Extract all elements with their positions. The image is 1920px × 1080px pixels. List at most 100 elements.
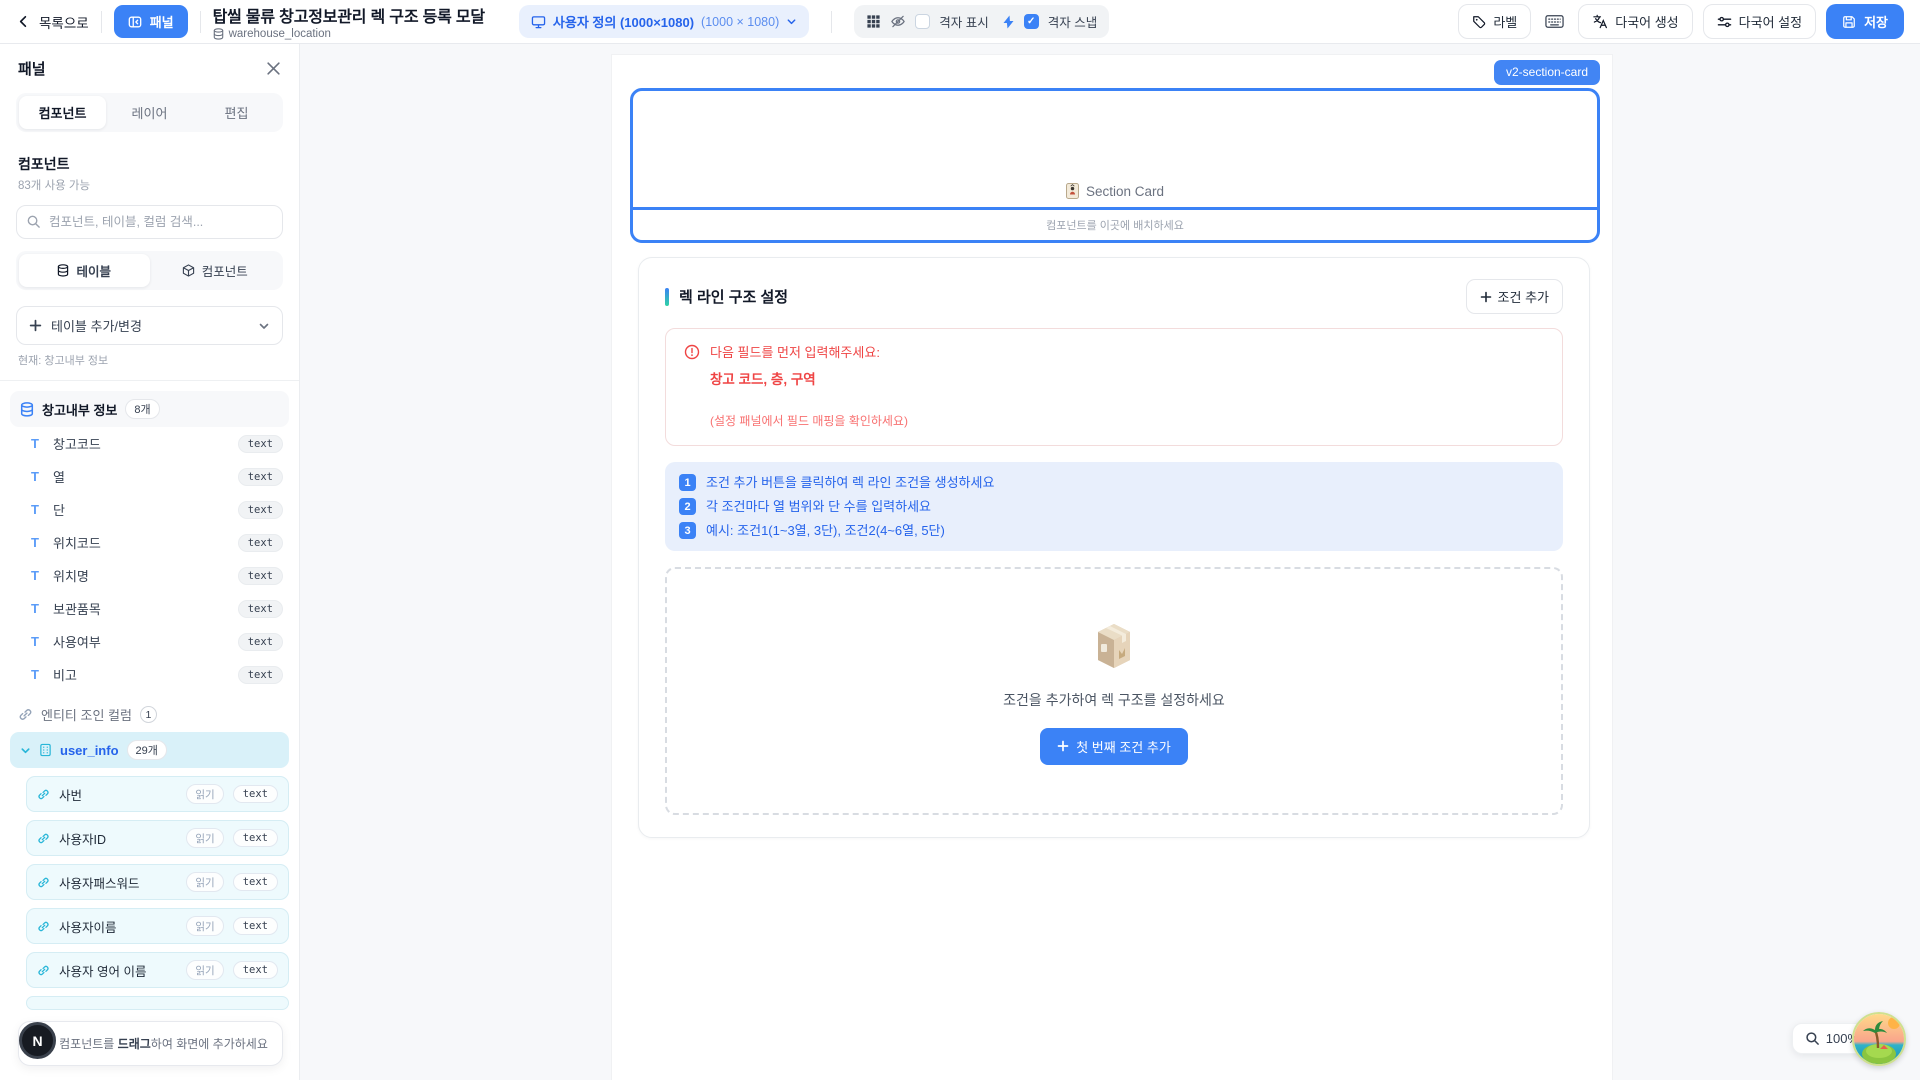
rack-card-title: 렉 라인 구조 설정	[679, 286, 788, 307]
i18n-generate-button[interactable]: 다국어 생성	[1578, 4, 1692, 39]
components-available-count: 83개 사용 가능	[18, 177, 281, 193]
field-row-column[interactable]: T 열 text	[10, 460, 289, 493]
field-row-location-code[interactable]: T 위치코드 text	[10, 526, 289, 559]
link-icon	[37, 876, 50, 889]
table-group-header[interactable]: 창고내부 정보 8개	[10, 391, 289, 427]
package-icon	[1088, 618, 1140, 674]
design-canvas[interactable]: v2-section-card Section Card 컴포넌트를 이곳에 배…	[612, 55, 1612, 1080]
required-fields-warning: 다음 필드를 먼저 입력해주세요: 창고 코드, 층, 구역 (설정 패널에서 …	[665, 328, 1563, 446]
type-badge: text	[238, 468, 283, 486]
tab-edit[interactable]: 편집	[193, 96, 280, 129]
join-field-user-english-name[interactable]: 사용자 영어 이름 읽기 text	[26, 952, 289, 988]
back-to-list-button[interactable]: 목록으로	[16, 12, 89, 32]
type-badge: text	[238, 534, 283, 552]
warning-note: (설정 패널에서 필드 매핑을 확인하세요)	[710, 412, 1544, 429]
field-row-level[interactable]: T 단 text	[10, 493, 289, 526]
lightning-icon	[1002, 15, 1015, 29]
grid-icon[interactable]	[866, 14, 881, 29]
avatar[interactable]: N	[19, 1022, 56, 1059]
save-icon	[1842, 15, 1856, 29]
section-card-body[interactable]: Section Card	[633, 91, 1597, 210]
text-type-icon: T	[28, 568, 42, 583]
join-table-name: user_info	[60, 743, 119, 758]
source-tab-table[interactable]: 테이블	[19, 254, 150, 287]
field-row-remarks[interactable]: T 비고 text	[10, 658, 289, 691]
text-type-icon: T	[28, 436, 42, 451]
join-field-partial[interactable]	[26, 996, 289, 1010]
drag-hint: 컴포넌트를 드래그하여 화면에 추가하세요	[18, 1021, 283, 1066]
add-table-dropdown[interactable]: 테이블 추가/변경	[16, 306, 283, 345]
chevron-down-icon	[258, 320, 270, 332]
page-title: 탑씰 물류 창고정보관리 렉 구조 등록 모달	[213, 3, 485, 27]
section-card-component-selected[interactable]: Section Card 컴포넌트를 이곳에 배치하세요	[630, 88, 1600, 243]
close-icon[interactable]	[266, 61, 281, 76]
components-section-title: 컴포넌트	[18, 154, 281, 174]
top-toolbar: 목록으로 패널 탑씰 물류 창고정보관리 렉 구조 등록 모달 warehous…	[0, 0, 1920, 44]
text-type-icon: T	[28, 667, 42, 682]
join-table-user-info[interactable]: user_info 29개	[10, 732, 289, 768]
link-icon	[37, 832, 50, 845]
warning-line1: 다음 필드를 먼저 입력해주세요:	[710, 342, 880, 361]
type-badge: text	[233, 829, 278, 847]
resolution-selector[interactable]: 사용자 정의 (1000×1080) (1000 × 1080)	[519, 5, 809, 38]
component-dropzone[interactable]: 컴포넌트를 이곳에 배치하세요	[633, 210, 1597, 240]
eye-off-icon[interactable]	[890, 14, 906, 29]
current-table-label: 현재: 창고내부 정보	[18, 352, 281, 368]
join-field-user-password[interactable]: 사용자패스워드 읽기 text	[26, 864, 289, 900]
divider	[101, 11, 102, 33]
fields-scroll-area[interactable]: 창고내부 정보 8개 T 창고코드 text T 열 text T 단 text…	[0, 381, 299, 1080]
save-button[interactable]: 저장	[1826, 4, 1904, 39]
text-type-icon: T	[28, 502, 42, 517]
field-row-stored-item[interactable]: T 보관품목 text	[10, 592, 289, 625]
panel-sidebar: 패널 컴포넌트 레이어 편집 컴포넌트 83개 사용 가능 테이블 컴포넌트 테…	[0, 44, 300, 1080]
join-field-user-name[interactable]: 사용자이름 읽기 text	[26, 908, 289, 944]
tab-components[interactable]: 컴포넌트	[19, 96, 106, 129]
plus-icon	[29, 319, 42, 332]
join-field-user-id[interactable]: 사용자ID 읽기 text	[26, 820, 289, 856]
table-icon	[39, 743, 52, 757]
grid-snap-checkbox[interactable]: ✓	[1024, 14, 1039, 29]
source-tab-component[interactable]: 컴포넌트	[150, 254, 281, 287]
translate-icon	[1592, 14, 1608, 29]
join-field-employee-no[interactable]: 사번 읽기 text	[26, 776, 289, 812]
link-icon	[37, 964, 50, 977]
tab-layers[interactable]: 레이어	[106, 96, 193, 129]
database-icon	[57, 264, 69, 277]
grid-show-label: 격자 표시	[939, 12, 988, 31]
selection-component-tag: v2-section-card	[1494, 60, 1600, 85]
i18n-settings-button[interactable]: 다국어 설정	[1703, 4, 1816, 39]
add-first-condition-button[interactable]: 첫 번째 조건 추가	[1040, 728, 1188, 765]
readonly-badge: 읽기	[186, 784, 223, 804]
step-1: 1 조건 추가 버튼을 클릭하여 렉 라인 조건을 생성하세요	[679, 474, 1549, 491]
panel-toggle-button[interactable]: 패널	[114, 5, 188, 38]
field-row-warehouse-code[interactable]: T 창고코드 text	[10, 427, 289, 460]
type-badge: text	[238, 633, 283, 651]
magnifier-icon	[1805, 1031, 1820, 1046]
title-marker	[665, 288, 669, 306]
readonly-badge: 읽기	[186, 916, 223, 936]
type-badge: text	[233, 917, 278, 935]
type-badge: text	[238, 435, 283, 453]
field-row-in-use[interactable]: T 사용여부 text	[10, 625, 289, 658]
add-condition-button[interactable]: 조건 추가	[1466, 279, 1563, 314]
label-button[interactable]: 라벨	[1458, 4, 1531, 39]
field-row-location-name[interactable]: T 위치명 text	[10, 559, 289, 592]
divider	[831, 11, 832, 33]
joker-card-icon	[1066, 183, 1079, 199]
type-badge: text	[238, 600, 283, 618]
type-badge: text	[233, 785, 278, 803]
grid-snap-label: 격자 스냅	[1048, 12, 1097, 31]
tropical-island-icon[interactable]	[1852, 1012, 1906, 1066]
tag-icon	[1472, 15, 1486, 29]
step-number-badge: 2	[679, 498, 696, 515]
chevron-down-icon	[20, 745, 31, 756]
step-number-badge: 3	[679, 522, 696, 539]
text-type-icon: T	[28, 634, 42, 649]
keyboard-shortcuts-button[interactable]	[1541, 10, 1568, 33]
plus-icon	[1480, 291, 1492, 303]
type-badge: text	[238, 501, 283, 519]
search-input[interactable]	[16, 205, 283, 239]
sliders-icon	[1717, 15, 1732, 29]
cube-icon	[182, 264, 195, 277]
grid-show-checkbox[interactable]	[915, 14, 930, 29]
